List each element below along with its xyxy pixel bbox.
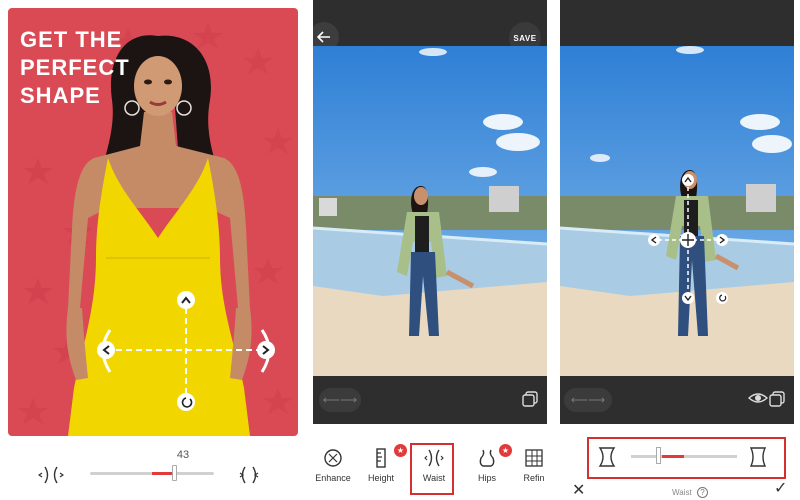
slider-value: 43 — [176, 449, 190, 461]
tool-label-hips: Hips — [477, 473, 496, 483]
check-icon[interactable]: ✓ — [774, 481, 787, 497]
slider-thumb[interactable] — [172, 465, 177, 481]
tool-badge-hips: ★ — [499, 444, 512, 457]
promo-panel: GET THE PERFECT SHAPE — [8, 8, 298, 436]
tool-enhance[interactable]: Enhance — [310, 448, 356, 498]
screenshot-collage: GET THE PERFECT SHAPE 43 SAVE ⟵⟶ Enhance… — [0, 0, 800, 500]
ruler-icon — [376, 448, 386, 468]
tool-label-height: Height — [367, 473, 394, 483]
arrows-horizontal-icon[interactable]: ⟵⟶ — [564, 388, 612, 412]
waist-editor-panel: ⟵⟶ — [560, 0, 794, 424]
waist-editor-bottom-bar: ⟵⟶ — [560, 376, 794, 424]
close-icon[interactable]: ✕ — [572, 483, 585, 499]
enhance-icon — [324, 449, 342, 467]
editor-bottom-bar: ⟵⟶ — [313, 376, 547, 424]
editor-panel: SAVE ⟵⟶ — [313, 0, 547, 424]
promo-headline: GET THE PERFECT SHAPE — [20, 27, 130, 108]
tool-badge-height: ★ — [394, 444, 407, 457]
edit-photo — [313, 46, 547, 376]
question-icon[interactable]: ? — [697, 487, 708, 498]
waist-slider-bar: 43 — [8, 438, 298, 500]
hips-icon — [479, 449, 495, 467]
waist-wide-icon[interactable] — [749, 446, 767, 468]
eye-icon[interactable] — [748, 390, 768, 406]
waist-edit-photo — [560, 46, 794, 376]
waist-narrow-icon[interactable] — [598, 446, 616, 468]
waist-slider-track[interactable] — [631, 455, 737, 458]
waist-label: Waist — [672, 488, 692, 497]
slider-fill — [152, 472, 172, 475]
arrows-horizontal-icon[interactable]: ⟵⟶ — [319, 388, 361, 412]
tool-label-enhance: Enhance — [315, 473, 351, 483]
waist-wide-icon[interactable] — [236, 465, 262, 485]
waist-slider-fill — [662, 455, 684, 458]
waist-editor-top-bar — [560, 0, 794, 46]
copy-icon[interactable] — [768, 390, 786, 408]
refine-icon — [525, 449, 543, 467]
selected-tool-highlight — [410, 443, 454, 495]
tool-refine[interactable]: Refin — [517, 448, 551, 498]
waist-narrow-icon[interactable] — [38, 465, 64, 485]
tool-label-refine: Refin — [523, 473, 545, 483]
waist-slider-thumb[interactable] — [656, 447, 661, 464]
copy-icon[interactable] — [521, 390, 539, 408]
